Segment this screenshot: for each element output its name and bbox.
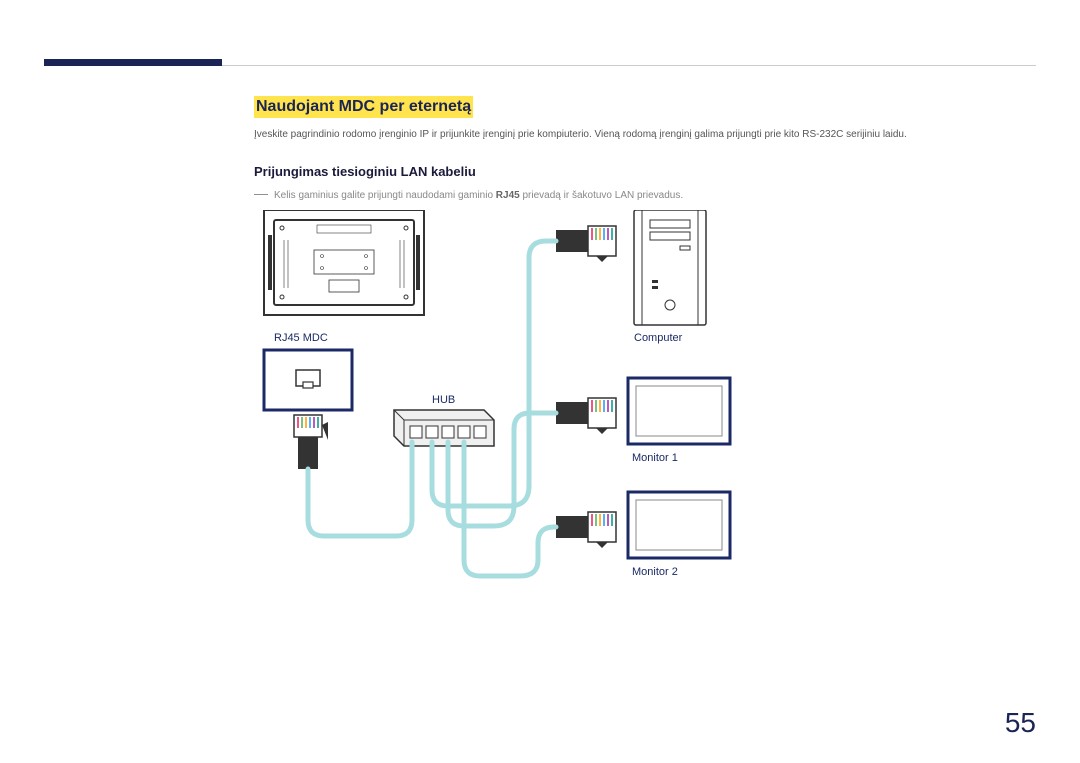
label-monitor1: Monitor 1 [632, 452, 678, 464]
accent-bar [44, 59, 222, 66]
note-dash-icon: ― [254, 185, 268, 201]
content-area: Naudojant MDC per eternetą Įveskite pagr… [254, 96, 1036, 203]
rj45-connector-computer-icon [556, 226, 616, 262]
note-bold: RJ45 [496, 190, 520, 201]
rj45-connector-monitor1-icon [556, 398, 616, 434]
monitor2-icon [628, 492, 730, 558]
monitor-back-panel-icon [264, 210, 424, 315]
connection-diagram: RJ45 MDC HUB Computer Monitor 1 Monitor … [254, 210, 754, 630]
page-number: 55 [1005, 707, 1036, 739]
computer-tower-icon [634, 210, 706, 325]
rj45-connector-down-icon [294, 415, 328, 469]
rj45-port-icon [264, 350, 352, 410]
note-suffix: prievadą ir šakotuvo LAN prievadus. [520, 190, 683, 201]
note-row: ― Kelis gaminius galite prijungti naudod… [254, 185, 1036, 203]
note-prefix: Kelis gaminius galite prijungti naudodam… [274, 190, 496, 201]
diagram-svg [254, 210, 754, 630]
subsection-title: Prijungimas tiesioginiu LAN kabeliu [254, 164, 1036, 179]
section-title: Naudojant MDC per eternetą [254, 96, 473, 118]
section-intro: Įveskite pagrindinio rodomo įrenginio IP… [254, 128, 1036, 142]
label-hub: HUB [432, 394, 455, 406]
label-computer: Computer [634, 332, 682, 344]
monitor1-icon [628, 378, 730, 444]
label-monitor2: Monitor 2 [632, 566, 678, 578]
rj45-connector-monitor2-icon [556, 512, 616, 548]
note-text: Kelis gaminius galite prijungti naudodam… [274, 189, 683, 203]
label-rj45-mdc: RJ45 MDC [274, 332, 328, 344]
hub-device-icon [394, 410, 494, 446]
